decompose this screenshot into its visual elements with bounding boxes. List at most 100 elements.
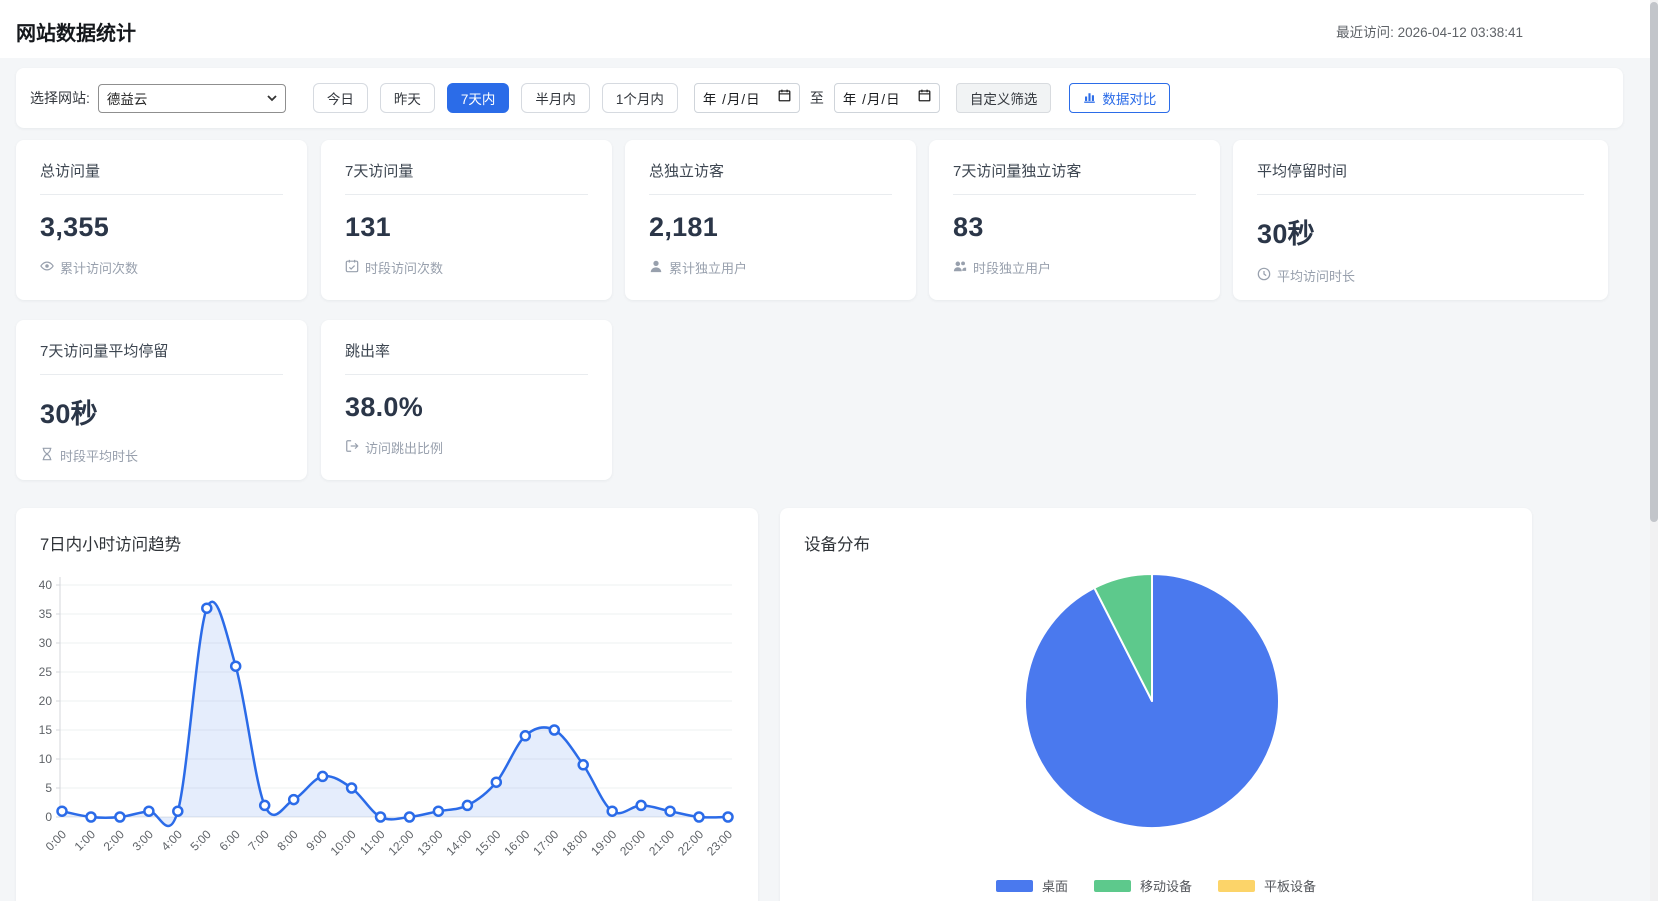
stat-value: 30秒 xyxy=(1257,219,1315,249)
stat-title: 7天访问量独立访客 xyxy=(953,163,1082,180)
svg-text:14:00: 14:00 xyxy=(443,827,474,858)
date-to-label: 至 xyxy=(809,90,824,106)
legend-swatch xyxy=(1218,879,1255,892)
device-distribution-pie-chart xyxy=(1023,573,1280,829)
scrollbar-track[interactable] xyxy=(1650,0,1658,901)
stat-footer-label: 时段独立用户 xyxy=(973,261,1052,276)
svg-text:1:00: 1:00 xyxy=(72,827,99,854)
stat-title: 平均停留时间 xyxy=(1257,163,1348,180)
page-title: 网站数据统计 xyxy=(16,23,136,45)
line-chart-title: 7日内小时访问趋势 xyxy=(40,536,182,554)
hourglass-icon xyxy=(40,447,54,464)
stat-title: 跳出率 xyxy=(345,343,391,360)
range-button-7days[interactable]: 7天内 xyxy=(446,83,510,113)
hourly-trend-chart-card: 7日内小时访问趋势 0 5 10 15 20 25 30 35 40 0:00 1:00 2:00 3:… xyxy=(16,508,758,901)
calendar-icon[interactable] xyxy=(778,89,791,107)
legend-label: 移动设备 xyxy=(1139,879,1192,894)
svg-text:4:00: 4:00 xyxy=(159,827,186,854)
clock-icon xyxy=(1257,267,1271,284)
stat-title: 7天访问量 xyxy=(345,163,414,180)
svg-text:20:00: 20:00 xyxy=(617,827,648,858)
stat-card-7day-visits: 7天访问量 131 时段访问次数 xyxy=(321,140,612,300)
legend-swatch xyxy=(1093,879,1131,892)
pie-chart-title: 设备分布 xyxy=(804,536,870,554)
stat-card-7day-avg-stay: 7天访问量平均停留 30秒 时段平均时长 xyxy=(16,320,307,480)
data-compare-button[interactable]: 数据对比 xyxy=(1069,83,1171,113)
range-button-today[interactable]: 今日 xyxy=(312,83,368,113)
range-button-yesterday[interactable]: 昨天 xyxy=(379,83,435,113)
chevron-down-icon xyxy=(267,89,277,107)
divider xyxy=(649,194,892,195)
svg-text:5:00: 5:00 xyxy=(187,827,214,854)
stat-card-bounce-rate: 跳出率 38.0% 访问跳出比例 xyxy=(321,320,612,480)
svg-text:13:00: 13:00 xyxy=(414,827,445,858)
svg-text:10: 10 xyxy=(39,752,53,766)
legend-item[interactable]: 桌面 xyxy=(995,876,1068,895)
site-select-value: 德益云 xyxy=(106,92,148,107)
svg-text:21:00: 21:00 xyxy=(646,827,677,858)
end-date-input[interactable]: 年 /月/日 xyxy=(833,83,940,113)
divider xyxy=(345,194,588,195)
sign-out-icon xyxy=(345,439,359,456)
svg-text:2:00: 2:00 xyxy=(101,827,128,854)
svg-text:23:00: 23:00 xyxy=(704,827,735,858)
svg-text:22:00: 22:00 xyxy=(675,827,706,858)
divider xyxy=(40,374,283,375)
site-select[interactable]: 德益云 xyxy=(97,83,286,113)
stat-footer-label: 访问跳出比例 xyxy=(365,441,444,456)
stat-title: 7天访问量平均停留 xyxy=(40,343,169,360)
range-button-1month[interactable]: 1个月内 xyxy=(601,83,678,113)
eye-icon xyxy=(40,259,54,276)
svg-text:40: 40 xyxy=(39,578,53,592)
site-select-label: 选择网站: xyxy=(30,90,90,106)
last-visit-timestamp: 最近访问: 2026-04-12 03:38:41 xyxy=(1336,25,1523,40)
stat-card-avg-stay-time: 平均停留时间 30秒 平均访问时长 xyxy=(1233,140,1608,300)
start-date-placeholder: 年 /月/日 xyxy=(702,92,761,107)
svg-text:20: 20 xyxy=(39,694,53,708)
stat-value: 2,181 xyxy=(649,212,719,242)
dashboard-page: 网站数据统计 最近访问: 2026-04-12 03:38:41 选择网站: 德… xyxy=(0,0,1658,901)
svg-text:18:00: 18:00 xyxy=(559,827,590,858)
svg-text:7:00: 7:00 xyxy=(245,827,272,854)
header: 网站数据统计 最近访问: 2026-04-12 03:38:41 xyxy=(0,0,1650,58)
divider xyxy=(40,194,283,195)
custom-filter-button[interactable]: 自定义筛选 xyxy=(955,83,1052,113)
svg-text:30: 30 xyxy=(39,636,53,650)
svg-text:17:00: 17:00 xyxy=(530,827,561,858)
users-icon xyxy=(953,259,967,276)
svg-text:10:00: 10:00 xyxy=(328,827,359,858)
start-date-input[interactable]: 年 /月/日 xyxy=(693,83,800,113)
divider xyxy=(1257,194,1584,195)
stat-value: 3,355 xyxy=(40,212,110,242)
legend-item[interactable]: 平板设备 xyxy=(1218,876,1316,895)
divider xyxy=(953,194,1196,195)
svg-text:35: 35 xyxy=(39,607,53,621)
stat-footer-label: 时段访问次数 xyxy=(365,261,444,276)
calendar-check-icon xyxy=(345,259,359,276)
stat-card-total-unique-visitors: 总独立访客 2,181 累计独立用户 xyxy=(625,140,916,300)
stat-footer-label: 累计访问次数 xyxy=(60,261,139,276)
legend-item[interactable]: 移动设备 xyxy=(1093,876,1192,895)
legend-label: 平板设备 xyxy=(1264,879,1317,894)
range-button-half-month[interactable]: 半月内 xyxy=(521,83,590,113)
stat-value: 83 xyxy=(953,212,984,242)
svg-text:9:00: 9:00 xyxy=(303,827,330,854)
calendar-icon[interactable] xyxy=(918,89,931,107)
svg-text:8:00: 8:00 xyxy=(274,827,301,854)
svg-text:11:00: 11:00 xyxy=(357,827,388,858)
svg-text:15: 15 xyxy=(39,723,53,737)
divider xyxy=(345,374,588,375)
svg-text:3:00: 3:00 xyxy=(130,827,157,854)
bar-chart-icon xyxy=(1083,90,1096,106)
stat-title: 总独立访客 xyxy=(649,163,725,180)
stat-value: 131 xyxy=(345,212,391,242)
scrollbar-thumb[interactable] xyxy=(1650,2,1658,522)
svg-text:6:00: 6:00 xyxy=(216,827,243,854)
svg-text:0:00: 0:00 xyxy=(43,827,70,854)
user-icon xyxy=(649,259,663,276)
stat-footer-label: 累计独立用户 xyxy=(669,261,748,276)
stat-title: 总访问量 xyxy=(40,163,101,180)
end-date-placeholder: 年 /月/日 xyxy=(842,92,901,107)
legend-swatch xyxy=(995,879,1033,892)
stat-value: 30秒 xyxy=(40,399,98,429)
